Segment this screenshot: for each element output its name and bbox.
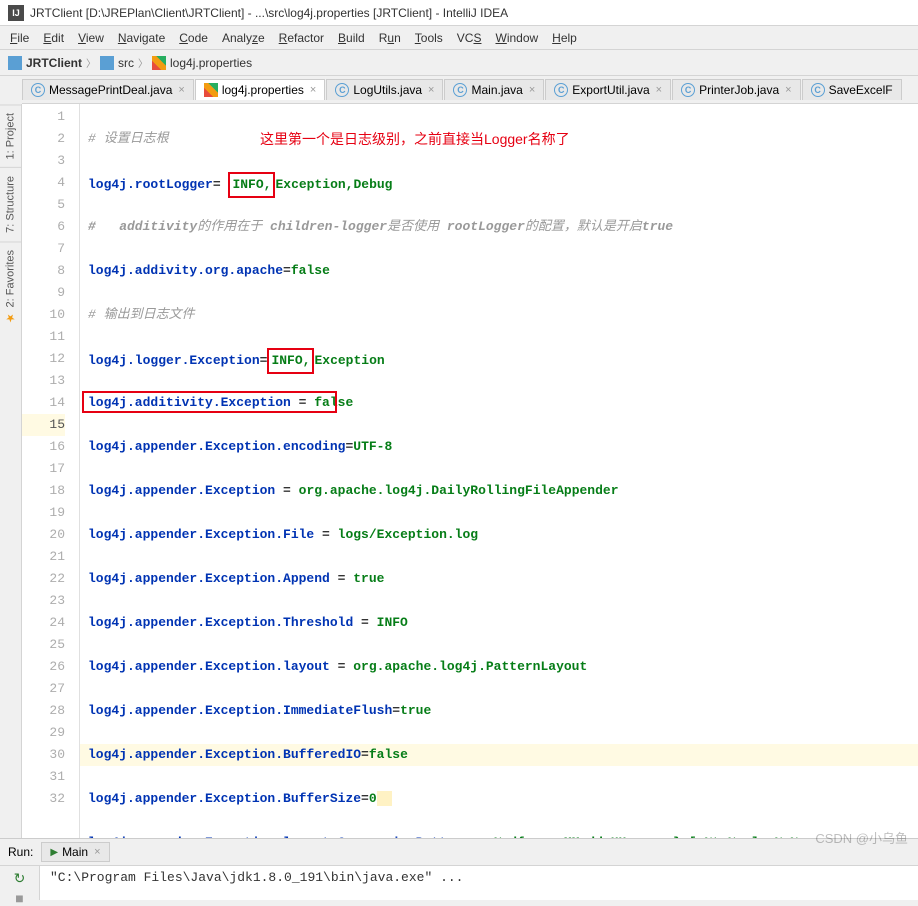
side-tab-structure[interactable]: 7: Structure <box>0 167 21 241</box>
breadcrumb: JRTClient 〉 src 〉 log4j.properties <box>0 50 918 76</box>
java-class-icon: C <box>811 83 825 97</box>
close-icon[interactable]: × <box>94 846 100 858</box>
tab-messageprintdeal[interactable]: CMessagePrintDeal.java× <box>22 79 194 100</box>
tab-main[interactable]: CMain.java× <box>444 79 544 100</box>
properties-icon <box>152 56 166 70</box>
side-tool-tabs: 1: Project 7: Structure ★2: Favorites <box>0 104 22 838</box>
main-area: 1: Project 7: Structure ★2: Favorites 12… <box>0 104 918 838</box>
tab-log4j-properties[interactable]: log4j.properties× <box>195 79 326 100</box>
project-icon <box>8 56 22 70</box>
menu-help[interactable]: Help <box>546 29 583 47</box>
menu-refactor[interactable]: Refactor <box>273 29 330 47</box>
menu-view[interactable]: View <box>72 29 110 47</box>
tab-printerjob[interactable]: CPrinterJob.java× <box>672 79 800 100</box>
breadcrumb-project[interactable]: JRTClient <box>26 56 82 70</box>
breadcrumb-file[interactable]: log4j.properties <box>170 56 252 70</box>
close-icon[interactable]: × <box>428 84 434 96</box>
java-class-icon: C <box>681 83 695 97</box>
run-tab-main[interactable]: ▶ Main × <box>41 842 109 862</box>
menu-navigate[interactable]: Navigate <box>112 29 171 47</box>
close-icon[interactable]: × <box>656 84 662 96</box>
close-icon[interactable]: × <box>529 84 535 96</box>
gutter: 1234567891011121314151617181920212223242… <box>22 104 80 838</box>
app-icon: IJ <box>8 5 24 21</box>
menu-run[interactable]: Run <box>373 29 407 47</box>
code-area[interactable]: # 设置日志根这里第一个是日志级别，之前直接当Logger名称了 log4j.r… <box>80 104 918 838</box>
java-class-icon: C <box>453 83 467 97</box>
tab-logutils[interactable]: CLogUtils.java× <box>326 79 443 100</box>
java-class-icon: C <box>554 83 568 97</box>
side-tab-favorites[interactable]: ★2: Favorites <box>0 241 21 332</box>
stop-button[interactable]: ■ <box>12 890 28 906</box>
titlebar: IJ JRTClient [D:\JREPlan\Client\JRTClien… <box>0 0 918 26</box>
tab-saveexcel[interactable]: CSaveExcelF <box>802 79 902 100</box>
menu-code[interactable]: Code <box>173 29 214 47</box>
close-icon[interactable]: × <box>785 84 791 96</box>
annotation-text: 这里第一个是日志级别，之前直接当Logger名称了 <box>260 128 570 150</box>
run-output[interactable]: "C:\Program Files\Java\jdk1.8.0_191\bin\… <box>40 866 918 900</box>
menu-tools[interactable]: Tools <box>409 29 449 47</box>
java-class-icon: C <box>31 83 45 97</box>
menu-vcs[interactable]: VCS <box>451 29 488 47</box>
rerun-button[interactable]: ↻ <box>12 870 28 886</box>
star-icon: ★ <box>4 312 17 325</box>
run-label: Run: <box>8 845 33 859</box>
menu-file[interactable]: File <box>4 29 35 47</box>
highlight-box: INFO, <box>267 348 314 374</box>
chevron-icon: 〉 <box>86 55 96 70</box>
watermark: CSDN @小乌鱼 <box>815 828 908 847</box>
properties-icon <box>204 83 218 97</box>
window-title: JRTClient [D:\JREPlan\Client\JRTClient] … <box>30 6 508 20</box>
menu-analyze[interactable]: Analyze <box>216 29 271 47</box>
menu-build[interactable]: Build <box>332 29 371 47</box>
close-icon[interactable]: × <box>310 84 316 96</box>
menu-edit[interactable]: Edit <box>37 29 70 47</box>
run-panel: Run: ▶ Main × ↻ ■ "C:\Program Files\Java… <box>0 838 918 900</box>
java-class-icon: C <box>335 83 349 97</box>
run-body: ↻ ■ "C:\Program Files\Java\jdk1.8.0_191\… <box>0 866 918 900</box>
folder-icon <box>100 56 114 70</box>
breadcrumb-src[interactable]: src <box>118 56 134 70</box>
tab-exportutil[interactable]: CExportUtil.java× <box>545 79 671 100</box>
editor[interactable]: 1234567891011121314151617181920212223242… <box>22 104 918 838</box>
run-header: Run: ▶ Main × <box>0 839 918 866</box>
close-icon[interactable]: × <box>178 84 184 96</box>
editor-tabs: CMessagePrintDeal.java× log4j.properties… <box>22 76 918 104</box>
highlight-box: INFO, <box>228 172 275 198</box>
run-tools: ↻ ■ <box>0 866 40 900</box>
menubar: File Edit View Navigate Code Analyze Ref… <box>0 26 918 50</box>
chevron-icon: 〉 <box>138 55 148 70</box>
play-icon: ▶ <box>50 847 58 858</box>
side-tab-project[interactable]: 1: Project <box>0 104 21 167</box>
menu-window[interactable]: Window <box>489 29 544 47</box>
